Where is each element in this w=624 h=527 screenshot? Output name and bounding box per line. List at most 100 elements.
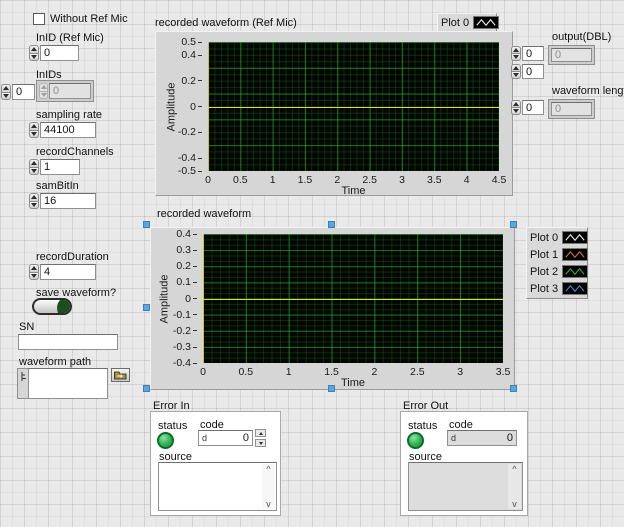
inids-index-input[interactable] <box>12 84 35 100</box>
chart2-waveform-graph: Amplitude 0.4 0.3 0.2 0.1 0 -0.1 -0.2 -0… <box>150 227 515 390</box>
chart2-legend[interactable]: Plot 0 Plot 1 Plot 2 Plot 3 <box>526 227 588 299</box>
increment-decrement-icon[interactable] <box>29 45 39 61</box>
labview-front-panel: Without Ref Mic InID (Ref Mic) InIDs sam… <box>0 0 624 527</box>
radix-indicator[interactable]: d <box>202 433 207 443</box>
sam-bit-in-control[interactable] <box>29 193 96 209</box>
sam-bit-in-input[interactable] <box>40 193 96 209</box>
selection-handle[interactable] <box>143 385 150 392</box>
selection-handle[interactable] <box>328 221 335 228</box>
plot3-line-sample-icon <box>562 282 588 295</box>
error-out-source-indicator: ^ v <box>408 462 523 511</box>
radix-indicator: d <box>451 433 456 443</box>
inid-control[interactable] <box>29 45 79 61</box>
legend-item[interactable]: Plot 2 <box>530 263 584 280</box>
selection-handle[interactable] <box>143 304 150 311</box>
selection-handle[interactable] <box>510 385 517 392</box>
chart1-plot-area <box>208 42 499 171</box>
legend-plot3-label: Plot 3 <box>530 283 558 295</box>
error-in-cluster: status code d 0 source ^ v <box>150 411 281 516</box>
scroll-down-icon[interactable]: v <box>266 499 271 509</box>
plot0-line-sample-icon <box>562 231 588 244</box>
chart2-x-axis-label: Time <box>203 377 503 389</box>
sampling-rate-control[interactable] <box>29 122 96 138</box>
scroll-down-icon[interactable]: v <box>512 499 517 509</box>
error-in-status-label: status <box>158 420 187 432</box>
record-channels-label: recordChannels <box>36 146 114 158</box>
legend-item[interactable]: Plot 1 <box>530 246 584 263</box>
scrollbar[interactable]: ^ v <box>262 464 275 509</box>
sampling-rate-label: sampling rate <box>36 109 102 121</box>
without-ref-mic-label: Without Ref Mic <box>50 13 128 25</box>
output-dbl-index-row-input[interactable] <box>522 46 544 61</box>
output-dbl-index-row-control[interactable] <box>511 46 544 61</box>
chart2-waveform-trace <box>203 299 503 300</box>
scroll-up-icon[interactable]: ^ <box>512 464 516 474</box>
save-waveform-switch[interactable] <box>32 298 72 315</box>
legend-plot0-label: Plot 0 <box>441 17 469 29</box>
increment-button[interactable] <box>255 429 266 437</box>
inid-input[interactable] <box>40 45 79 61</box>
waveform-path-input[interactable] <box>28 368 108 399</box>
increment-decrement-icon[interactable] <box>511 100 521 115</box>
increment-decrement-icon[interactable] <box>29 159 39 175</box>
chart1-legend[interactable]: Plot 0 <box>437 13 497 32</box>
plot1-line-sample-icon <box>562 248 588 261</box>
browse-folder-button[interactable] <box>111 368 130 382</box>
waveform-length-index-input[interactable] <box>522 100 544 115</box>
increment-decrement-icon <box>39 83 48 99</box>
output-dbl-element <box>548 45 595 65</box>
legend-item[interactable]: Plot 0 <box>441 15 493 30</box>
chart1-y-ticks: 0.5 0.4 0.2 0 -0.2 -0.4 -0.5 <box>156 42 202 171</box>
folder-icon <box>114 371 127 380</box>
legend-item[interactable]: Plot 3 <box>530 280 584 297</box>
legend-plot2-label: Plot 2 <box>530 266 558 278</box>
output-dbl-index-col-control[interactable] <box>511 64 544 79</box>
record-duration-label: recordDuration <box>36 251 109 263</box>
chart1-waveform-graph: Amplitude 0.5 0.4 0.2 0 -0.2 -0.4 -0.5 0… <box>155 31 513 196</box>
error-out-code-indicator: d 0 <box>447 430 517 446</box>
sn-label: SN <box>19 321 34 333</box>
increment-decrement-icon[interactable] <box>29 122 39 138</box>
increment-decrement-icon[interactable] <box>29 193 39 209</box>
increment-decrement-icon[interactable] <box>29 264 39 280</box>
inids-index-control[interactable] <box>1 84 35 100</box>
without-ref-mic-checkbox[interactable]: Without Ref Mic <box>33 13 128 25</box>
checkbox-box-icon[interactable] <box>33 13 45 25</box>
error-in-code-value[interactable]: 0 <box>209 432 249 444</box>
chart2-plot-area <box>203 234 503 363</box>
selection-handle[interactable] <box>328 385 335 392</box>
chart2-title: recorded waveform <box>157 208 251 220</box>
record-channels-control[interactable] <box>29 159 80 175</box>
increment-decrement-icon[interactable] <box>511 64 521 79</box>
waveform-length-value <box>551 102 592 116</box>
record-duration-control[interactable] <box>29 264 96 280</box>
selection-handle[interactable] <box>510 221 517 228</box>
waveform-length-index-control[interactable] <box>511 100 544 115</box>
legend-plot1-label: Plot 1 <box>530 249 558 261</box>
chart1-x-axis-label: Time <box>208 185 499 197</box>
sam-bit-in-label: samBitIn <box>36 180 79 192</box>
sampling-rate-input[interactable] <box>40 122 96 138</box>
legend-item[interactable]: Plot 0 <box>530 229 584 246</box>
decrement-button[interactable] <box>255 439 266 447</box>
record-duration-input[interactable] <box>40 264 96 280</box>
plot0-line-sample-icon <box>473 16 499 29</box>
increment-decrement-icon[interactable] <box>1 84 11 100</box>
inids-element-value <box>49 83 91 99</box>
error-out-code-value: 0 <box>458 432 513 444</box>
selection-handle[interactable] <box>143 221 150 228</box>
error-in-code-spinner[interactable] <box>255 429 266 447</box>
scroll-up-icon[interactable]: ^ <box>266 464 270 474</box>
path-type-icon[interactable] <box>17 368 28 399</box>
error-in-status-led[interactable] <box>157 432 174 449</box>
error-out-cluster: status code d 0 source ^ v <box>400 411 528 516</box>
sn-input[interactable] <box>18 334 118 350</box>
increment-decrement-icon[interactable] <box>511 46 521 61</box>
plot2-line-sample-icon <box>562 265 588 278</box>
scrollbar[interactable]: ^ v <box>508 464 521 509</box>
error-in-source-control[interactable]: ^ v <box>158 462 277 511</box>
inid-label: InID (Ref Mic) <box>36 32 104 44</box>
record-channels-input[interactable] <box>40 159 80 175</box>
output-dbl-index-col-input[interactable] <box>522 64 544 79</box>
error-in-code-control[interactable]: d 0 <box>198 430 253 446</box>
